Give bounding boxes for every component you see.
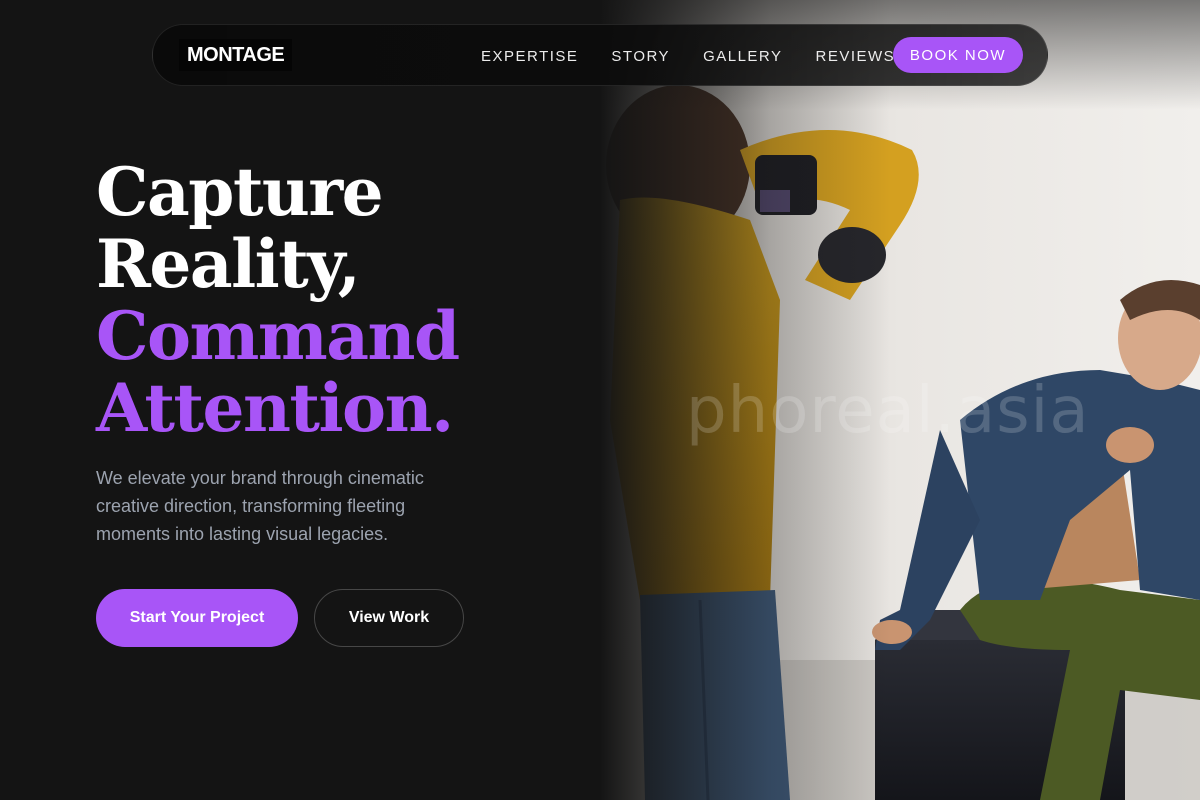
view-work-button[interactable]: View Work	[314, 589, 464, 647]
hero-subtitle: We elevate your brand through cinematic …	[96, 468, 424, 544]
book-now-button[interactable]: BOOK NOW	[893, 37, 1023, 73]
nav-link-story[interactable]: STORY	[611, 48, 670, 65]
hero-title-accent-line: Command	[96, 297, 460, 375]
nav-link-expertise[interactable]: EXPERTISE	[481, 48, 578, 65]
brand-logo[interactable]: MONTAGE	[179, 39, 293, 71]
hero-title-accent-line: Attention.	[96, 369, 454, 447]
start-project-button[interactable]: Start Your Project	[96, 589, 298, 647]
nav-link-reviews[interactable]: REVIEWS	[816, 48, 896, 65]
image-watermark: phoreal.asia	[686, 374, 1090, 448]
hero-photo: phoreal.asia	[600, 0, 1200, 800]
navbar: MONTAGE EXPERTISE STORY GALLERY REVIEWS …	[152, 24, 1048, 86]
hero-title: Capture Reality, Command Attention.	[96, 153, 460, 447]
nav-links: EXPERTISE STORY GALLERY REVIEWS	[481, 25, 928, 87]
hero-title-line: Reality,	[96, 225, 361, 303]
nav-link-gallery[interactable]: GALLERY	[703, 48, 782, 65]
hero-title-line: Capture	[96, 153, 384, 231]
